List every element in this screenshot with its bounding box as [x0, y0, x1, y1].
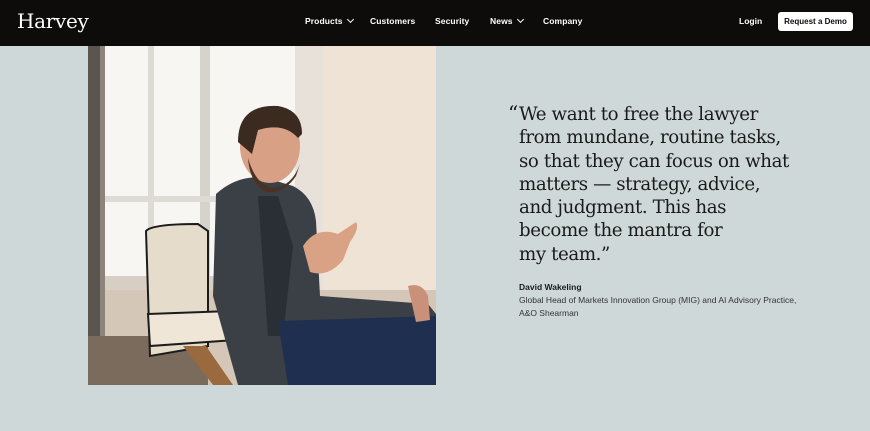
nav-item-products[interactable]: Products — [305, 15, 354, 26]
nav-item-company[interactable]: Company — [543, 16, 582, 26]
testimonial-author-role: Global Head of Markets Innovation Group … — [519, 295, 797, 318]
nav-item-customers[interactable]: Customers — [370, 16, 415, 26]
speaker-portrait-image — [88, 46, 436, 385]
testimonial-photo — [88, 46, 436, 385]
open-quote-mark: “ — [508, 101, 519, 125]
chevron-down-icon — [346, 15, 354, 24]
testimonial-quote: We want to free the lawyer from mundane,… — [519, 104, 789, 265]
nav-item-label: Products — [305, 16, 343, 26]
nav-item-security[interactable]: Security — [435, 16, 469, 26]
nav-item-news[interactable]: News — [490, 15, 524, 26]
chevron-down-icon — [516, 15, 524, 24]
testimonial-author: David Wakeling — [519, 282, 582, 292]
top-navbar: Harvey Products Customers Security News … — [0, 0, 870, 46]
request-demo-button[interactable]: Request a Demo — [778, 12, 853, 31]
login-link[interactable]: Login — [739, 16, 762, 26]
nav-item-label: News — [490, 16, 513, 26]
